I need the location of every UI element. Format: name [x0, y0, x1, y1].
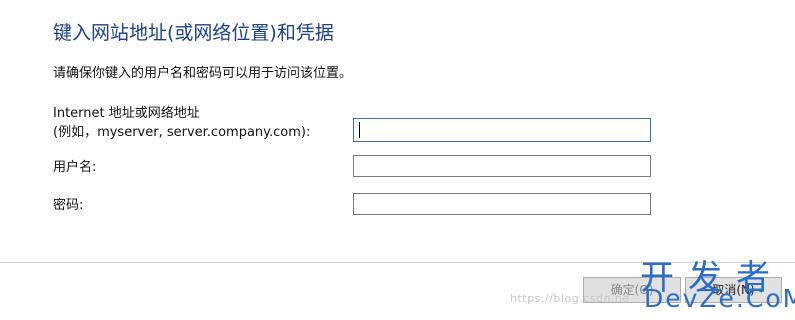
address-input[interactable] — [353, 118, 651, 142]
username-input[interactable] — [353, 155, 651, 177]
dialog-title: 键入网站地址(或网络位置)和凭据 — [53, 22, 334, 44]
address-label-line2: (例如，myserver, server.company.com): — [53, 125, 311, 140]
address-label: Internet 地址或网络地址 (例如，myserver, server.co… — [53, 104, 310, 142]
dialog-instruction: 请确保你键入的用户名和密码可以用于访问该位置。 — [53, 66, 353, 81]
watermark-url: https://blog.csdn.ne — [510, 292, 630, 305]
username-label: 用户名: — [53, 160, 97, 175]
watermark-brand-en: DevZe.CoM — [644, 284, 795, 313]
password-input[interactable] — [353, 193, 651, 215]
password-label: 密码: — [53, 198, 84, 213]
text-caret — [359, 122, 360, 138]
address-label-line1: Internet 地址或网络地址 — [53, 106, 200, 121]
